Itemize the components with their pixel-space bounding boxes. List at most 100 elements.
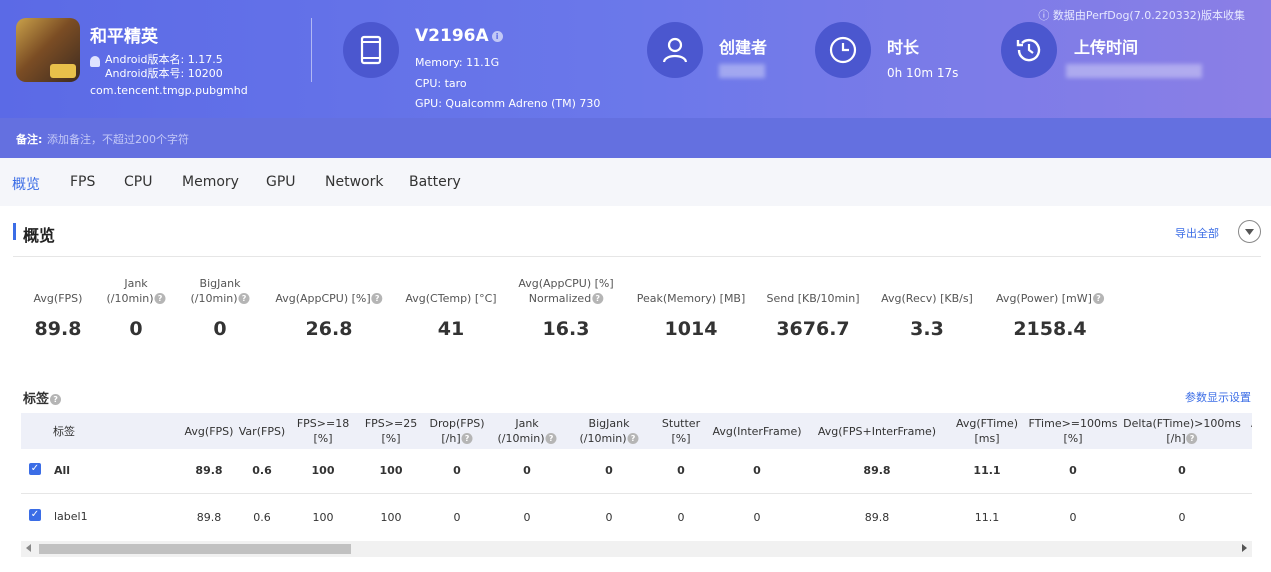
metric-value: 1014 (664, 318, 718, 340)
column-header[interactable]: Var(FPS) (239, 424, 285, 439)
table-cell: 0 (1069, 464, 1077, 477)
tab-battery[interactable]: Battery (409, 174, 461, 190)
tab-overview[interactable]: 概览 (12, 174, 40, 194)
table-cell: 89.8 (863, 464, 891, 477)
table-cell: 100 (379, 464, 403, 477)
row-checkbox[interactable]: ✓ (29, 463, 41, 475)
tab-network[interactable]: Network (325, 174, 383, 190)
column-header-line2: [ms] (974, 432, 1000, 445)
android-icon (90, 56, 100, 67)
column-header-line1: FPS>=25 (364, 417, 418, 430)
column-header[interactable]: Avg(InterFrame) (712, 424, 801, 439)
table-cell: 100 (312, 511, 334, 524)
package-name: com.tencent.tmgp.pubgmhd (90, 84, 248, 97)
report-header: 和平精英 Android版本名: 1.17.5 Android版本号: 1020… (0, 0, 1271, 158)
column-header[interactable]: Drop(FPS) [/h]? (430, 416, 485, 446)
table-cell: 0 (605, 511, 613, 524)
metric-item: Jank (/10min)? 0 (106, 276, 166, 340)
column-header-line2: Avg(InterFrame) (712, 425, 802, 438)
android-version-code: Android版本号: 10200 (105, 67, 223, 80)
metric-label: Avg(Power) [mW]? (996, 276, 1104, 306)
column-header-line1: FTime>=100ms (1028, 417, 1118, 430)
column-header-line2: 标签 (53, 425, 75, 438)
export-all-link[interactable]: 导出全部 (1175, 225, 1219, 241)
device-cpu: CPU: taro (415, 77, 467, 90)
column-header[interactable]: Avg(FTime) [ms] (956, 416, 1018, 446)
column-header-line1: BigJank (588, 417, 630, 430)
creator-value-blurred (719, 64, 765, 78)
help-icon[interactable]: ? (1092, 293, 1104, 304)
table-cell: 0.6 (253, 511, 271, 524)
metric-value: 16.3 (542, 318, 590, 340)
help-icon[interactable]: ? (461, 433, 473, 444)
metric-label: Avg(CTemp) [°C] (405, 276, 496, 306)
note-input[interactable]: 添加备注，不超过200个字符 (47, 131, 189, 147)
scroll-thumb[interactable] (39, 544, 351, 554)
table-cell: 0 (753, 511, 761, 524)
duration-title: 时长 (887, 38, 920, 57)
clock-icon (815, 22, 871, 78)
help-icon[interactable]: ? (1186, 433, 1198, 444)
tab-fps[interactable]: FPS (70, 174, 95, 190)
expand-button[interactable] (1238, 220, 1261, 243)
table-cell: 100 (380, 511, 402, 524)
column-header[interactable]: Stutter [%] (662, 416, 700, 446)
table-cell: 11.1 (974, 511, 1000, 524)
overview-title: 概览 (23, 226, 56, 245)
info-icon[interactable]: i (491, 31, 503, 42)
column-header[interactable]: 标签 (53, 424, 75, 439)
table-cell: 89.8 (196, 511, 222, 524)
metric-label-line2: Send [KB/10min] (766, 292, 860, 305)
table-cell: 0 (523, 511, 531, 524)
column-header[interactable]: Avg(A (1251, 416, 1252, 431)
row-checkbox[interactable]: ✓ (29, 509, 41, 521)
metric-item: Avg(Recv) [KB/s] 3.3 (881, 276, 973, 340)
param-display-settings-link[interactable]: 参数显示设置 (1185, 389, 1251, 405)
note-bar: 备注: 添加备注，不超过200个字符 (0, 118, 1271, 158)
column-header-line1: Avg(A (1251, 416, 1252, 431)
column-header[interactable]: Avg(FPS) (185, 424, 234, 439)
column-header-line1: Drop(FPS) (429, 417, 485, 430)
help-icon[interactable]: ? (545, 433, 557, 444)
metric-label-line2: Avg(CTemp) [°C] (405, 292, 497, 305)
column-header[interactable]: BigJank (/10min)? (579, 416, 639, 446)
column-header[interactable]: FTime>=100ms [%] (1029, 416, 1118, 446)
scroll-right-arrow-icon[interactable] (1242, 544, 1247, 552)
upload-title: 上传时间 (1074, 38, 1139, 57)
tab-bar: 概览 FPS CPU Memory GPU Network Battery (0, 158, 1271, 206)
table-cell: 0 (1178, 464, 1186, 477)
metric-label-line1: Avg(AppCPU) [%] (518, 277, 614, 290)
tab-gpu[interactable]: GPU (266, 174, 296, 190)
horizontal-scrollbar[interactable] (21, 541, 1252, 557)
metric-value: 3676.7 (776, 318, 850, 340)
column-header[interactable]: FPS>=18 [%] (297, 416, 349, 446)
metric-label: Send [KB/10min] (767, 276, 860, 306)
scroll-left-arrow-icon[interactable] (26, 544, 31, 552)
metric-item: BigJank (/10min)? 0 (190, 276, 250, 340)
column-header[interactable]: Jank (/10min)? (497, 416, 557, 446)
metric-label: Jank (/10min)? (106, 276, 166, 306)
history-icon (1001, 22, 1057, 78)
metric-item: Avg(AppCPU) [%]? 26.8 (275, 276, 383, 340)
metric-label-line2: Avg(AppCPU) [%]? (275, 291, 383, 306)
metric-label-line2: (/10min)? (106, 291, 166, 306)
column-header-line2: [/h]? (1123, 431, 1241, 446)
tab-memory[interactable]: Memory (182, 174, 239, 190)
tab-cpu[interactable]: CPU (124, 174, 152, 190)
upload-value-blurred (1066, 64, 1202, 78)
column-header-line2: [/h]? (430, 431, 485, 446)
metric-item: Peak(Memory) [MB] 1014 (637, 276, 746, 340)
help-icon[interactable]: ? (154, 293, 166, 304)
column-header[interactable]: Delta(FTime)>100ms [/h]? (1123, 416, 1241, 446)
help-icon[interactable]: ? (50, 394, 62, 405)
column-header-line2: (/10min)? (497, 431, 557, 446)
table-cell: 0 (753, 464, 761, 477)
help-icon[interactable]: ? (238, 293, 250, 304)
table-cell: 0 (677, 464, 685, 477)
help-icon[interactable]: ? (627, 433, 639, 444)
help-icon[interactable]: ? (371, 293, 383, 304)
column-header-line2: [%] (313, 432, 333, 445)
column-header[interactable]: FPS>=25 [%] (365, 416, 417, 446)
column-header[interactable]: Avg(FPS+InterFrame) (818, 424, 936, 439)
help-icon[interactable]: ? (592, 293, 604, 304)
